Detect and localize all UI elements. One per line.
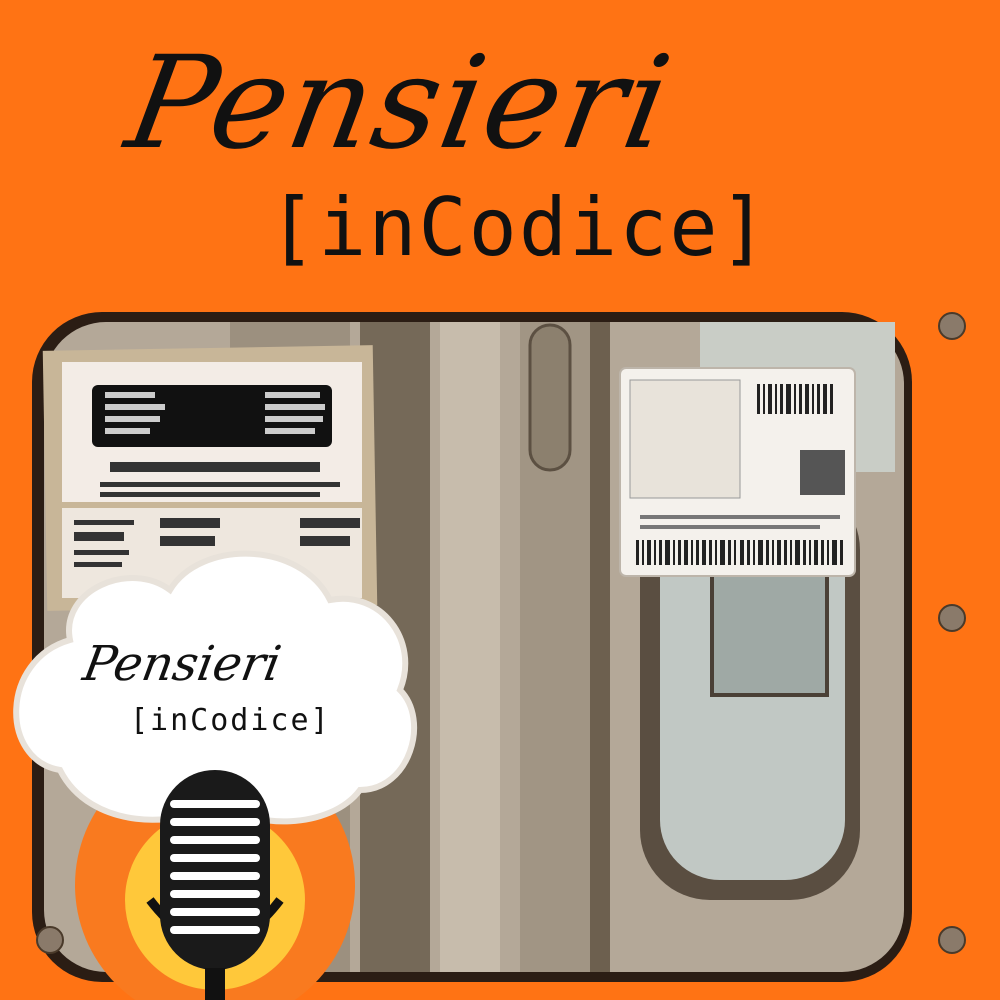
podcast-subtitle: [inCodice] [268, 181, 770, 274]
logo-subtitle: [inCodice] [130, 703, 331, 738]
podcast-title: Pensieri [116, 29, 683, 178]
door-highlight [440, 322, 500, 972]
logo-title: Pensieri [79, 636, 286, 692]
door-handle [528, 323, 572, 472]
qr-code-icon [800, 450, 845, 495]
door-edge [590, 322, 610, 972]
ticket-right [619, 367, 856, 577]
